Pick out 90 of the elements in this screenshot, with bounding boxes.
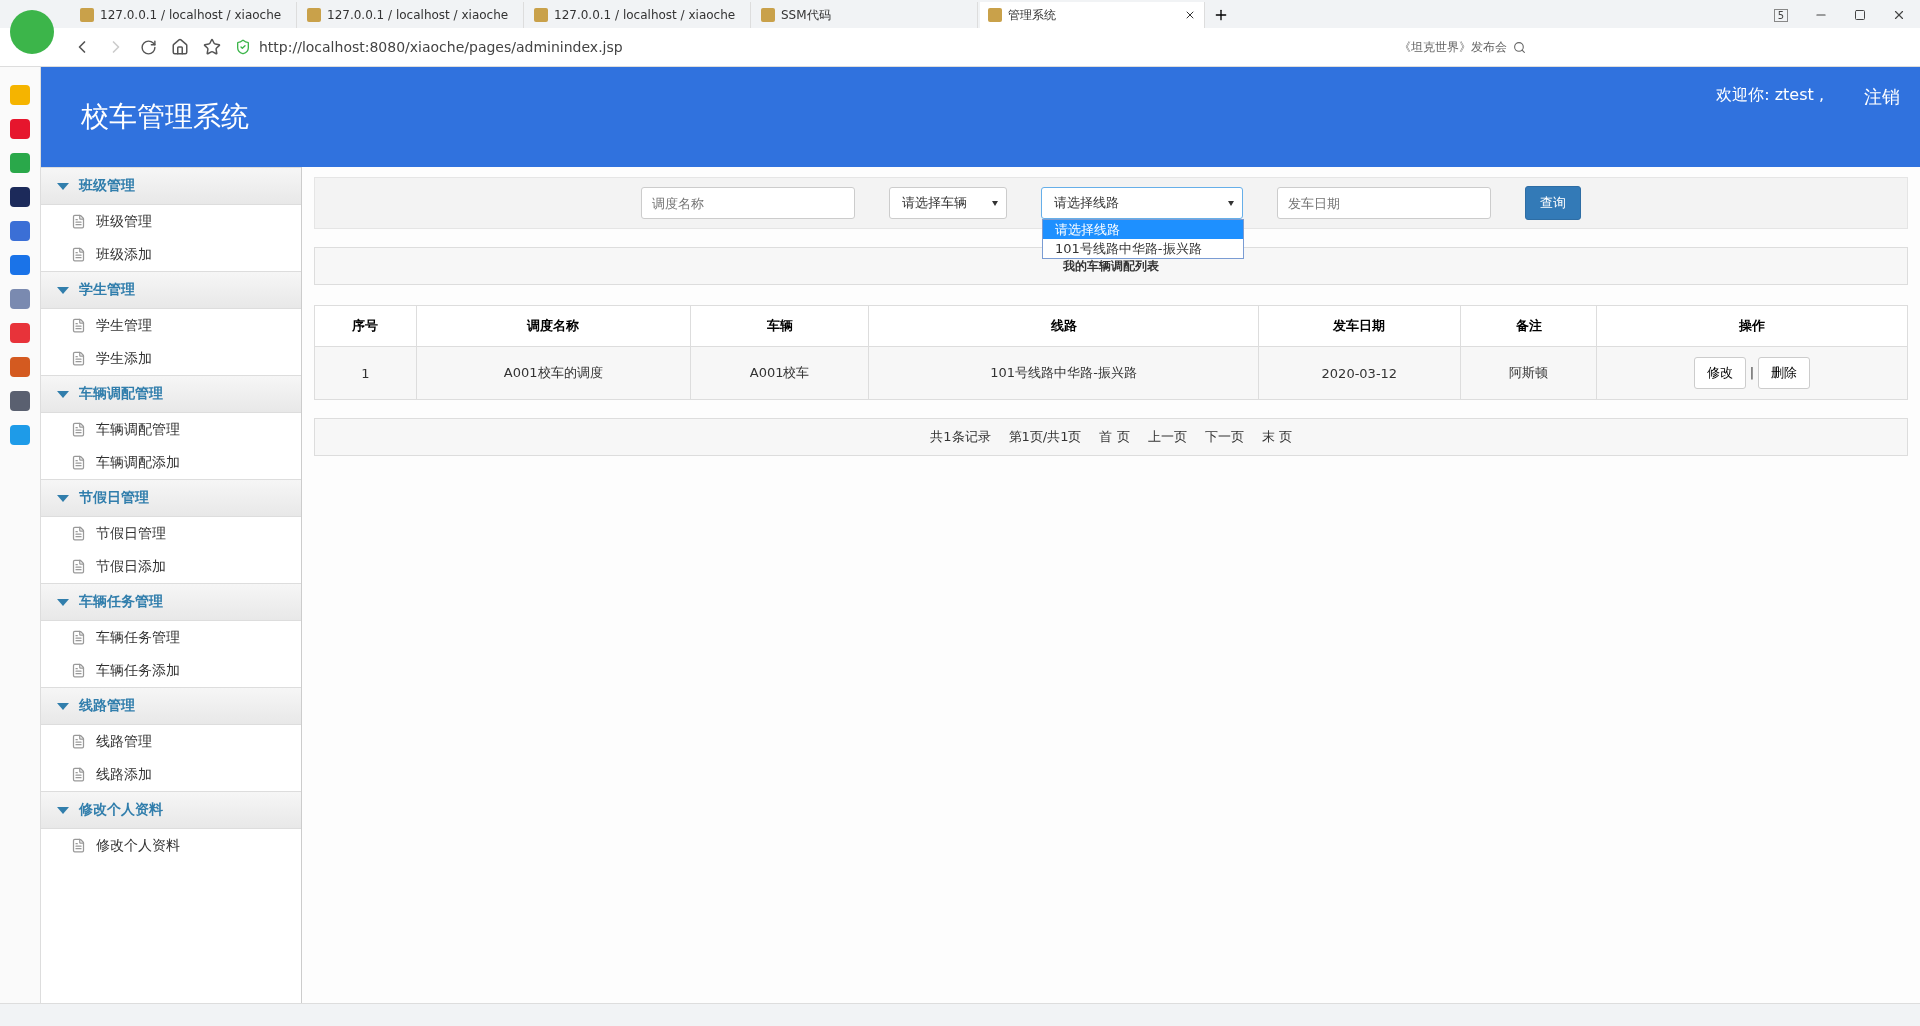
pager-link[interactable]: 首 页 — [1099, 428, 1130, 446]
column-header: 发车日期 — [1258, 305, 1461, 347]
search-icon[interactable] — [1513, 40, 1526, 54]
document-icon — [71, 214, 86, 229]
caret-icon — [57, 806, 69, 814]
menu-item[interactable]: 车辆任务管理 — [41, 621, 301, 654]
document-icon — [71, 767, 86, 782]
document-icon — [71, 734, 86, 749]
column-header: 操作 — [1596, 305, 1908, 347]
pager-text: 第1页/共1页 — [1008, 428, 1082, 446]
separator-text: | — [1749, 365, 1755, 380]
date-field[interactable]: 发车日期 — [1277, 187, 1491, 219]
column-header: 备注 — [1460, 305, 1597, 347]
shield-icon — [235, 39, 251, 55]
document-icon — [71, 630, 86, 645]
menu-group[interactable]: 车辆调配管理 — [41, 375, 301, 413]
new-tab-icon[interactable] — [1213, 7, 1229, 23]
menu-item[interactable]: 班级管理 — [41, 205, 301, 238]
column-header: 车辆 — [690, 305, 869, 347]
pager-link[interactable]: 下一页 — [1204, 428, 1244, 446]
caret-icon — [57, 390, 69, 398]
reload-icon[interactable] — [140, 38, 157, 56]
menu-item[interactable]: 线路添加 — [41, 758, 301, 791]
menu-group[interactable]: 线路管理 — [41, 687, 301, 725]
search-button[interactable]: 查询 — [1525, 186, 1581, 220]
menu-item[interactable]: 学生添加 — [41, 342, 301, 375]
name-field[interactable]: 调度名称 — [641, 187, 855, 219]
address-field[interactable]: http://localhost:8080/xiaoche/pages/adminindex.jsp — [259, 39, 623, 55]
page-icon — [534, 8, 548, 22]
menu-group[interactable]: 车辆任务管理 — [41, 583, 301, 621]
maximize-icon[interactable] — [1854, 9, 1866, 21]
menu-item[interactable]: 线路管理 — [41, 725, 301, 758]
edit-button[interactable]: 修改 — [1693, 357, 1746, 389]
close-icon[interactable] — [1892, 8, 1906, 22]
menu-item[interactable]: 车辆调配添加 — [41, 446, 301, 479]
home-icon[interactable] — [171, 38, 189, 56]
app-icon[interactable] — [10, 391, 30, 411]
document-icon — [71, 351, 86, 366]
column-header: 序号 — [314, 305, 417, 347]
search-hint[interactable]: 《坦克世界》发布会 — [1399, 38, 1507, 56]
pager-text: 共1条记录 — [930, 428, 991, 446]
table-cell: 2020-03-12 — [1258, 346, 1461, 400]
menu-item[interactable]: 车辆调配管理 — [41, 413, 301, 446]
logout-link[interactable]: 注销 — [1864, 85, 1900, 109]
pager-link[interactable]: 末 页 — [1261, 428, 1292, 446]
document-icon — [71, 455, 86, 470]
vehicle-select[interactable]: 请选择车辆 — [889, 187, 1007, 219]
page-icon — [761, 8, 775, 22]
caret-icon — [57, 702, 69, 710]
menu-item[interactable]: 节假日管理 — [41, 517, 301, 550]
column-header: 调度名称 — [416, 305, 691, 347]
table-cell: 101号线路中华路-振兴路 — [869, 346, 1259, 400]
document-icon — [71, 663, 86, 678]
column-header: 线路 — [869, 305, 1259, 347]
browser-tab[interactable]: 管理系统 — [980, 2, 1205, 28]
caret-icon — [57, 286, 69, 294]
menu-group[interactable]: 学生管理 — [41, 271, 301, 309]
app-icon[interactable] — [10, 221, 30, 241]
menu-group[interactable]: 节假日管理 — [41, 479, 301, 517]
welcome-text: 欢迎你: ztest , — [1716, 85, 1824, 106]
document-icon — [71, 318, 86, 333]
menu-item[interactable]: 班级添加 — [41, 238, 301, 271]
page-icon — [988, 8, 1002, 22]
app-icon[interactable] — [10, 187, 30, 207]
document-icon — [71, 247, 86, 262]
bookmark-star-icon[interactable] — [203, 38, 221, 56]
delete-button[interactable]: 删除 — [1758, 357, 1811, 389]
close-icon[interactable] — [1184, 9, 1196, 21]
table-cell: A001校车的调度 — [416, 346, 691, 400]
menu-item[interactable]: 学生管理 — [41, 309, 301, 342]
menu-item[interactable]: 修改个人资料 — [41, 829, 301, 862]
document-icon — [71, 838, 86, 853]
table-cell: 1 — [314, 346, 417, 400]
document-icon — [71, 422, 86, 437]
table-cell: A001校车 — [690, 346, 869, 400]
page-icon — [307, 8, 321, 22]
caret-icon — [57, 182, 69, 190]
menu-item[interactable]: 节假日添加 — [41, 550, 301, 583]
site-title: 校车管理系统 — [81, 99, 249, 135]
menu-item[interactable]: 车辆任务添加 — [41, 654, 301, 687]
document-icon — [71, 526, 86, 541]
page-icon — [80, 8, 94, 22]
caret-icon — [57, 598, 69, 606]
menu-group[interactable]: 修改个人资料 — [41, 791, 301, 829]
menu-group[interactable]: 班级管理 — [41, 167, 301, 205]
pager-link[interactable]: 上一页 — [1147, 428, 1187, 446]
table-cell: 阿斯顿 — [1460, 346, 1597, 400]
document-icon — [71, 559, 86, 574]
tab-count[interactable]: 5 — [1773, 8, 1788, 22]
caret-icon — [57, 494, 69, 502]
